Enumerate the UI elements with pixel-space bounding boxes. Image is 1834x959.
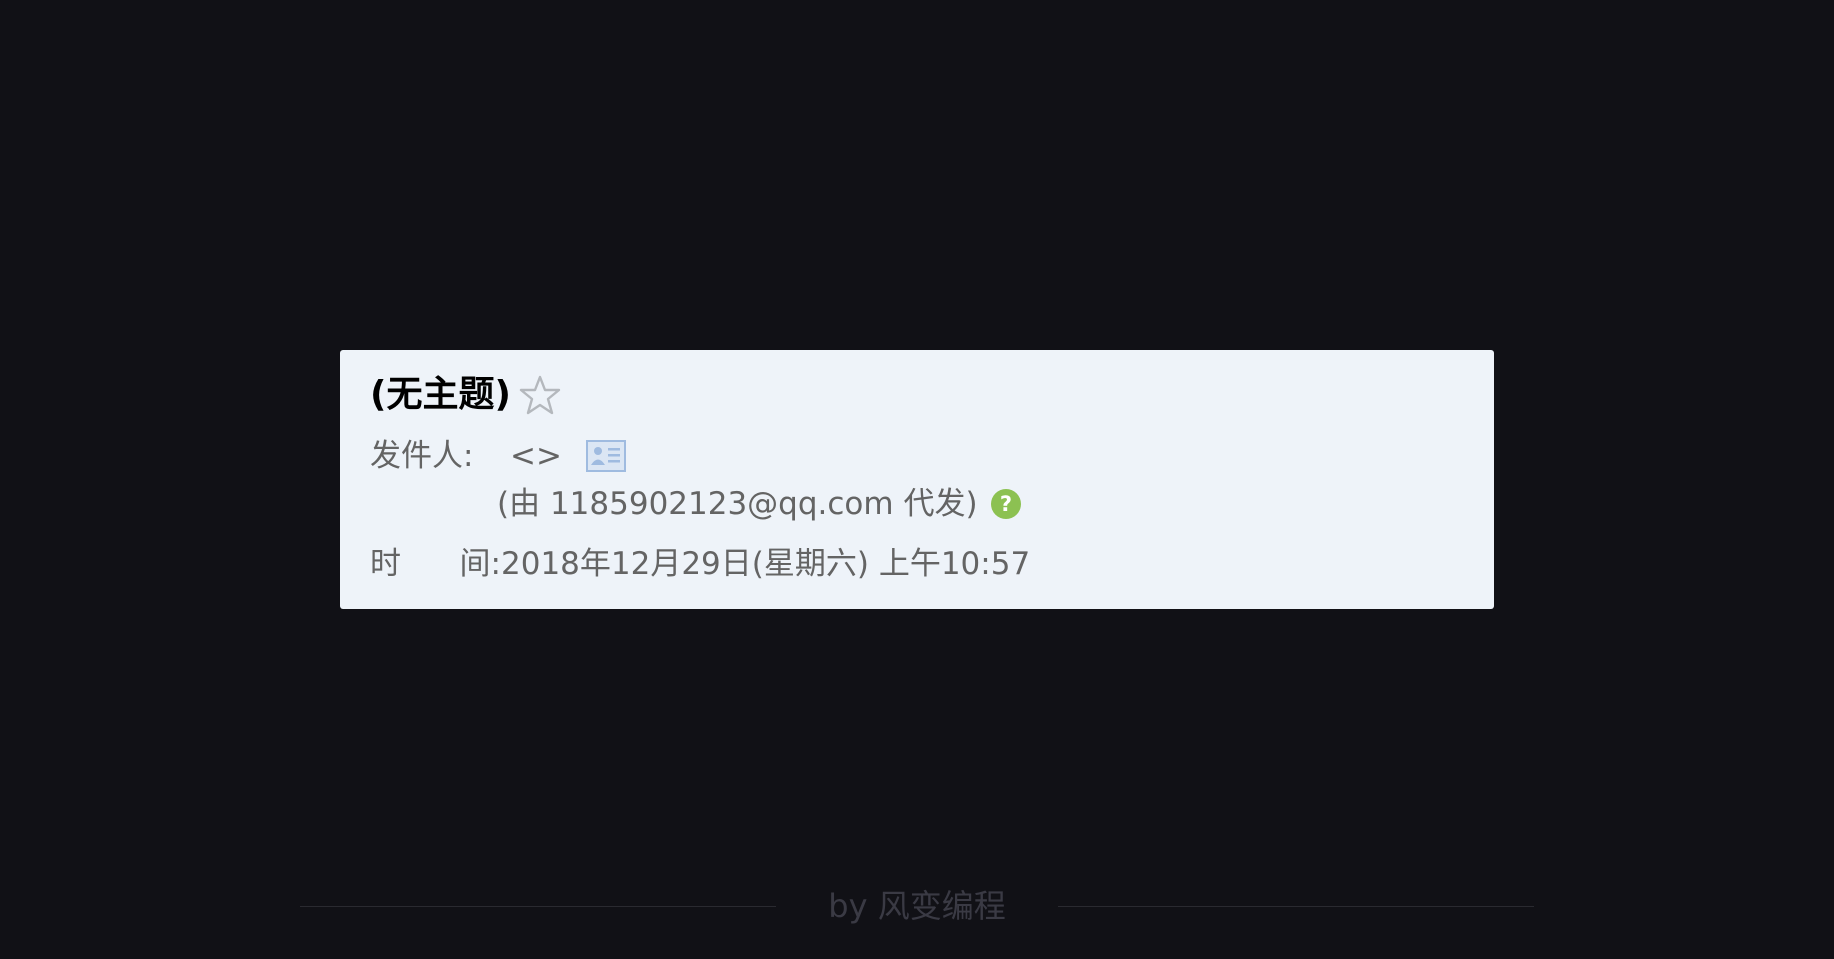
help-question-icon[interactable]: ? <box>990 488 1022 520</box>
mail-subject: (无主题) <box>370 374 511 415</box>
time-label: 时 间: <box>370 544 501 584</box>
sender-row: 发件人: <> <box>370 436 626 476</box>
sender-label: 发件人: <box>370 438 474 474</box>
proxy-sender-row: (由 1185902123@qq.com 代发) ? <box>497 484 1022 524</box>
time-label-second: 间: <box>459 546 501 582</box>
proxy-sender-text: (由 1185902123@qq.com 代发) <box>497 486 978 522</box>
subject-line: (无主题) <box>370 372 561 418</box>
footer-divider-right <box>1057 905 1534 907</box>
footer-divider-left <box>300 905 777 907</box>
time-label-first: 时 <box>370 546 401 582</box>
footer-brand: by 风变编程 <box>828 887 1006 925</box>
time-value: 2018年12月29日(星期六) 上午10:57 <box>501 546 1031 582</box>
footer: by 风变编程 <box>300 886 1534 926</box>
star-icon[interactable] <box>519 374 561 416</box>
contact-card-icon[interactable] <box>585 440 626 472</box>
sender-address[interactable]: <> <box>510 436 562 476</box>
mail-header-card: (无主题) 发件人: <> (由 1185902123@qq.com 代发) ?… <box>340 350 1494 609</box>
time-row: 时 间: 2018年12月29日(星期六) 上午10:57 <box>370 544 1030 584</box>
svg-text:?: ? <box>999 492 1011 516</box>
